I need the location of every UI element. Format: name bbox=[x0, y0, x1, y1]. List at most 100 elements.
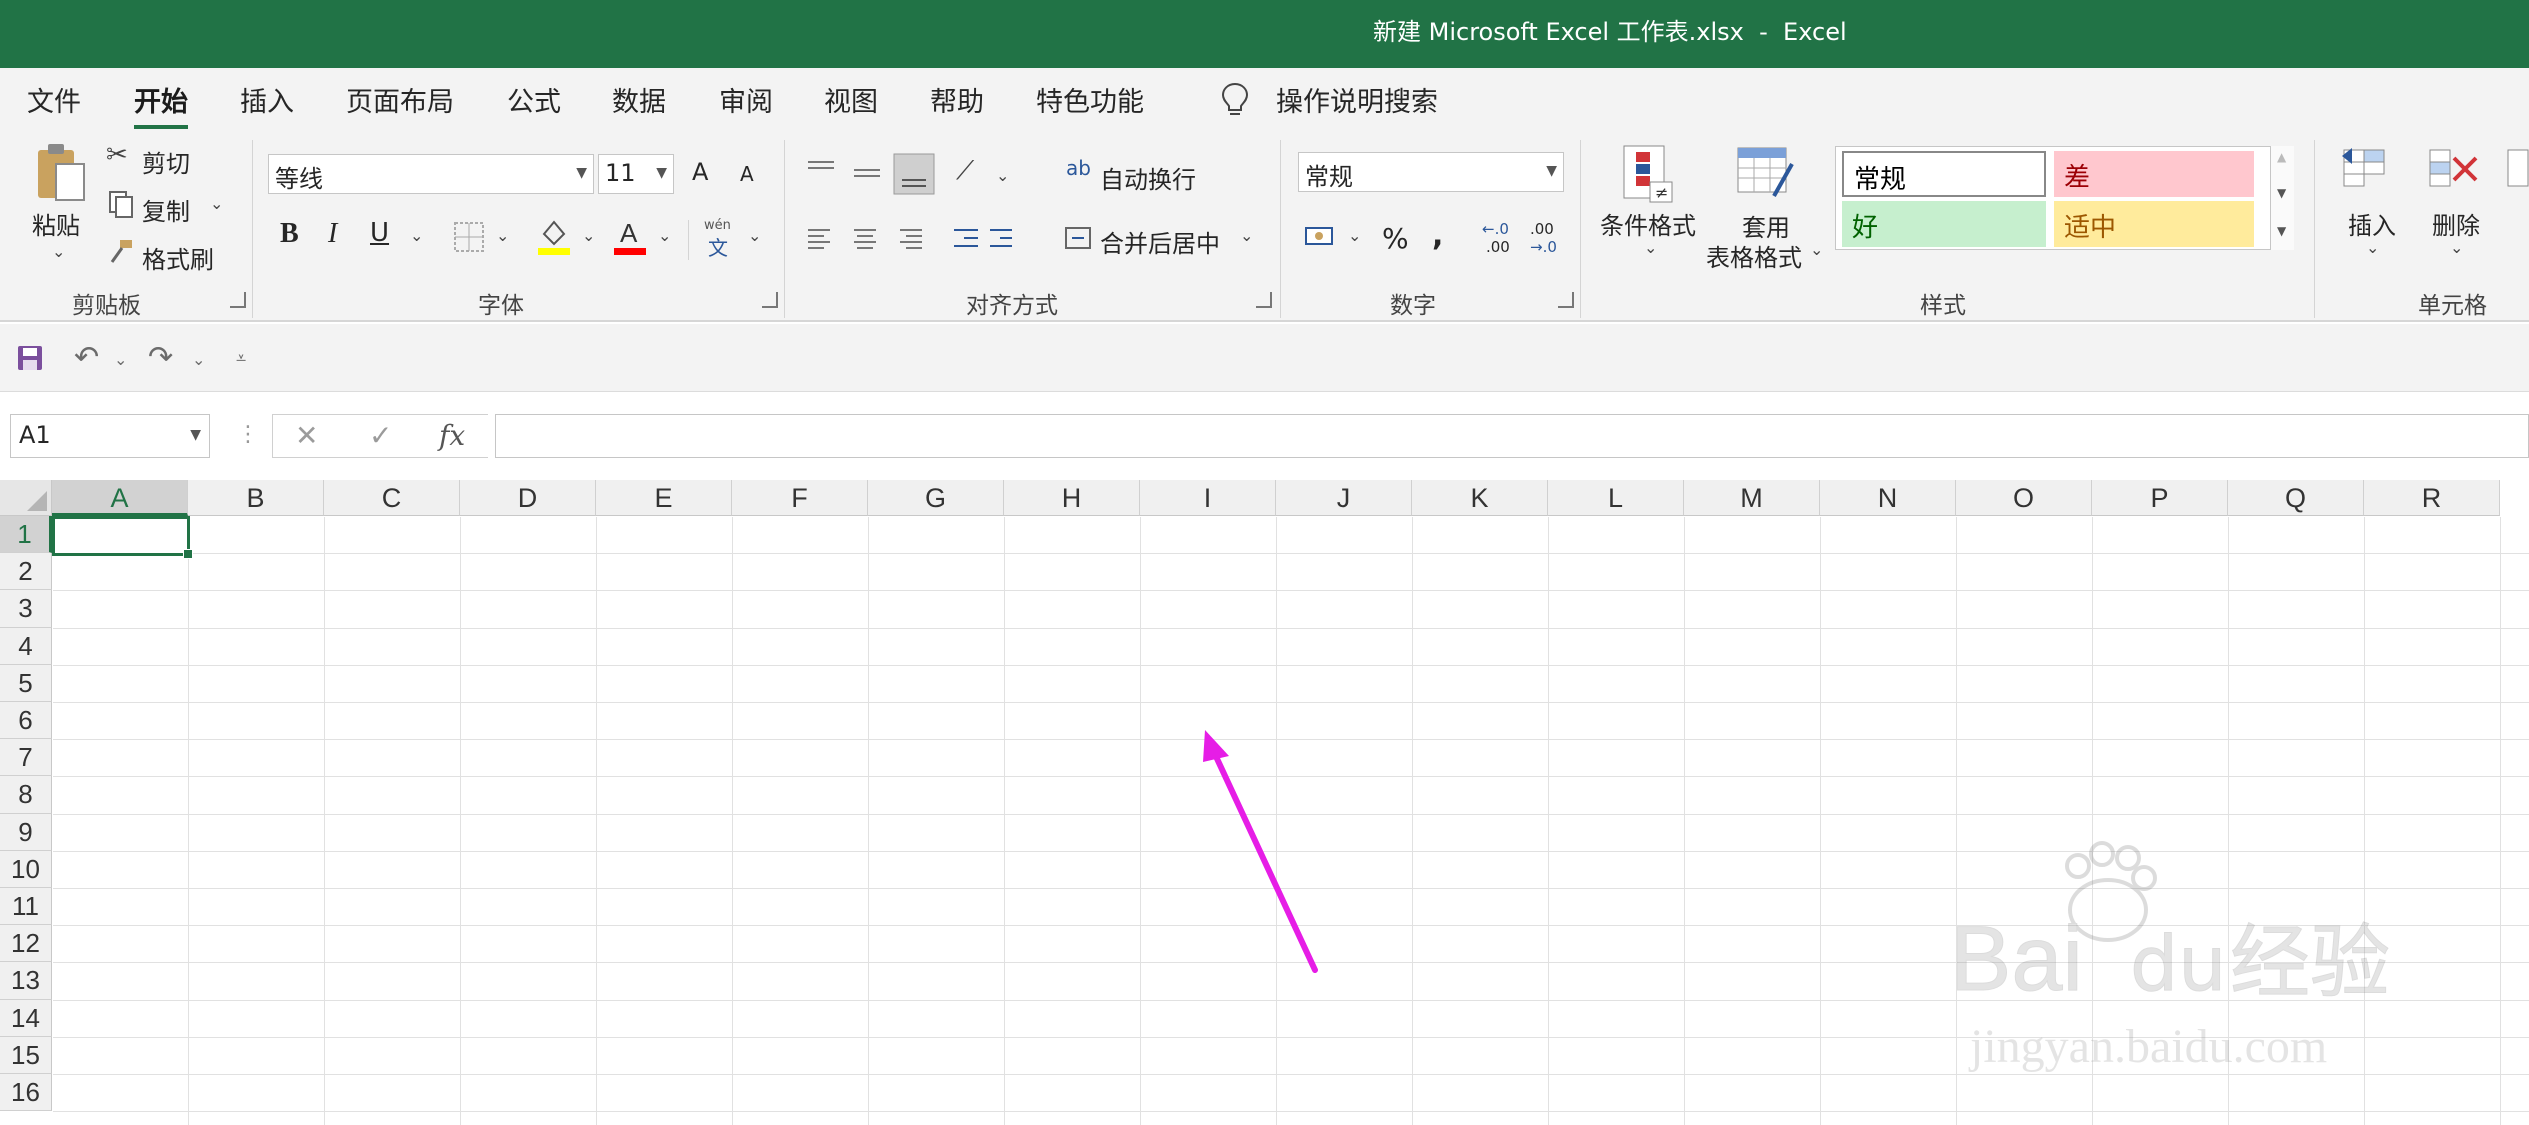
row-header-2[interactable]: 2 bbox=[0, 553, 52, 591]
shrink-font-button[interactable]: A bbox=[740, 162, 754, 186]
tab-insert[interactable]: 插入 bbox=[240, 80, 294, 119]
italic-button[interactable]: I bbox=[328, 218, 337, 250]
tell-me-search[interactable]: 操作说明搜索 bbox=[1276, 80, 1438, 119]
name-box[interactable]: A1 ▼ bbox=[10, 414, 210, 458]
style-good[interactable]: 好 bbox=[1842, 201, 2046, 247]
more-styles-icon[interactable]: ▼ bbox=[2277, 224, 2286, 238]
row-header-11[interactable]: 11 bbox=[0, 888, 52, 926]
row-header-13[interactable]: 13 bbox=[0, 962, 52, 1000]
delete-cells-icon[interactable] bbox=[2426, 144, 2484, 200]
conditional-dropdown-icon[interactable]: ⌄ bbox=[1644, 238, 1657, 257]
column-header-o[interactable]: O bbox=[1956, 480, 2092, 516]
column-header-b[interactable]: B bbox=[188, 480, 324, 516]
active-cell[interactable] bbox=[52, 516, 193, 559]
column-header-m[interactable]: M bbox=[1684, 480, 1820, 516]
column-header-q[interactable]: Q bbox=[2228, 480, 2364, 516]
column-header-r[interactable]: R bbox=[2364, 480, 2500, 516]
save-icon[interactable] bbox=[16, 344, 44, 372]
horizontal-align-icons[interactable] bbox=[804, 224, 1014, 254]
decrease-decimal-top[interactable]: .00 bbox=[1530, 220, 1554, 238]
row-header-3[interactable]: 3 bbox=[0, 590, 52, 628]
increase-decimal-bottom[interactable]: .00 bbox=[1486, 238, 1510, 256]
column-header-i[interactable]: I bbox=[1140, 480, 1276, 516]
accounting-dropdown-icon[interactable]: ⌄ bbox=[1348, 226, 1361, 245]
formula-input[interactable] bbox=[495, 414, 2529, 458]
row-header-5[interactable]: 5 bbox=[0, 664, 52, 702]
delete-cells-button[interactable]: 删除 bbox=[2432, 206, 2480, 241]
tab-data[interactable]: 数据 bbox=[612, 80, 666, 119]
merge-center-button[interactable]: 合并后居中 bbox=[1100, 224, 1220, 259]
phonetic-button[interactable]: 文 bbox=[708, 232, 728, 261]
grow-font-button[interactable]: A bbox=[692, 158, 708, 186]
tab-home[interactable]: 开始 bbox=[134, 80, 188, 129]
column-header-p[interactable]: P bbox=[2092, 480, 2228, 516]
font-name-select[interactable]: 等线 ▼ bbox=[268, 154, 594, 194]
format-as-table-button[interactable]: 表格格式 bbox=[1706, 238, 1802, 273]
row-header-8[interactable]: 8 bbox=[0, 776, 52, 814]
format-cells-icon[interactable] bbox=[2504, 144, 2529, 200]
insert-cells-button[interactable]: 插入 bbox=[2348, 206, 2396, 241]
merge-center-icon[interactable] bbox=[1064, 224, 1092, 252]
font-size-select[interactable]: 11 ▼ bbox=[598, 154, 674, 194]
tab-help[interactable]: 帮助 bbox=[930, 80, 984, 119]
style-bad[interactable]: 差 bbox=[2054, 151, 2254, 197]
format-as-table-icon[interactable] bbox=[1734, 144, 1798, 204]
insert-dropdown-icon[interactable]: ⌄ bbox=[2366, 238, 2379, 257]
paste-label[interactable]: 粘贴 bbox=[32, 206, 80, 241]
column-header-j[interactable]: J bbox=[1276, 480, 1412, 516]
styles-scrollbar[interactable]: ▲ ▼ ▼ bbox=[2270, 146, 2294, 250]
wrap-text-button[interactable]: 自动换行 bbox=[1100, 160, 1196, 195]
column-header-l[interactable]: L bbox=[1548, 480, 1684, 516]
bold-button[interactable]: B bbox=[280, 218, 299, 250]
copy-button[interactable]: 复制 bbox=[142, 192, 190, 227]
borders-dropdown-icon[interactable]: ⌄ bbox=[496, 226, 509, 245]
percent-button[interactable]: % bbox=[1382, 222, 1409, 255]
enter-formula-button[interactable]: ✓ bbox=[369, 419, 392, 452]
row-header-7[interactable]: 7 bbox=[0, 739, 52, 777]
insert-function-button[interactable]: fx bbox=[439, 419, 465, 452]
borders-icon[interactable] bbox=[452, 220, 486, 254]
cut-button[interactable]: 剪切 bbox=[142, 144, 190, 179]
undo-icon[interactable]: ↶ bbox=[74, 340, 99, 375]
scissors-icon[interactable]: ✂ bbox=[106, 140, 128, 170]
clipboard-launcher-icon[interactable] bbox=[230, 292, 246, 308]
fill-color-dropdown-icon[interactable]: ⌄ bbox=[582, 226, 595, 245]
wrap-text-icon[interactable]: ab bbox=[1066, 156, 1091, 180]
alignment-launcher-icon[interactable] bbox=[1256, 292, 1272, 308]
orientation-dropdown-icon[interactable]: ⌄ bbox=[996, 166, 1009, 185]
delete-dropdown-icon[interactable]: ⌄ bbox=[2450, 238, 2463, 257]
style-normal[interactable]: 常规 bbox=[1842, 151, 2046, 197]
column-header-a[interactable]: A bbox=[52, 480, 188, 516]
scroll-up-icon[interactable]: ▲ bbox=[2277, 150, 2286, 164]
format-painter-icon[interactable] bbox=[108, 238, 134, 264]
conditional-format-icon[interactable]: ≠ bbox=[1620, 144, 1676, 204]
redo-dropdown-icon[interactable]: ⌄ bbox=[192, 350, 205, 369]
column-header-c[interactable]: C bbox=[324, 480, 460, 516]
row-header-16[interactable]: 16 bbox=[0, 1074, 52, 1112]
conditional-format-button[interactable]: 条件格式 bbox=[1600, 206, 1696, 241]
paste-dropdown-icon[interactable]: ⌄ bbox=[52, 242, 65, 261]
vertical-align-icons[interactable] bbox=[804, 152, 954, 196]
redo-icon[interactable]: ↷ bbox=[148, 340, 173, 375]
copy-icon[interactable] bbox=[108, 190, 134, 218]
cancel-formula-button[interactable]: ✕ bbox=[295, 419, 318, 452]
font-color-dropdown-icon[interactable]: ⌄ bbox=[658, 226, 671, 245]
paste-icon[interactable] bbox=[32, 142, 88, 206]
font-color-icon[interactable]: A bbox=[612, 216, 648, 256]
tab-page-layout[interactable]: 页面布局 bbox=[346, 80, 454, 119]
merge-dropdown-icon[interactable]: ⌄ bbox=[1240, 226, 1253, 245]
column-header-n[interactable]: N bbox=[1820, 480, 1956, 516]
tab-view[interactable]: 视图 bbox=[824, 80, 878, 119]
increase-decimal-top[interactable]: ←.0 bbox=[1482, 220, 1509, 238]
column-header-k[interactable]: K bbox=[1412, 480, 1548, 516]
accounting-format-icon[interactable] bbox=[1304, 224, 1336, 254]
comma-button[interactable]: , bbox=[1432, 218, 1443, 253]
column-header-f[interactable]: F bbox=[732, 480, 868, 516]
decrease-decimal-bottom[interactable]: →.0 bbox=[1530, 238, 1557, 256]
underline-dropdown-icon[interactable]: ⌄ bbox=[410, 226, 423, 245]
style-neutral[interactable]: 适中 bbox=[2054, 201, 2254, 247]
row-header-1[interactable]: 1 bbox=[0, 516, 52, 554]
column-header-e[interactable]: E bbox=[596, 480, 732, 516]
phonetic-top[interactable]: wén bbox=[704, 218, 731, 233]
insert-cells-icon[interactable] bbox=[2340, 144, 2398, 200]
